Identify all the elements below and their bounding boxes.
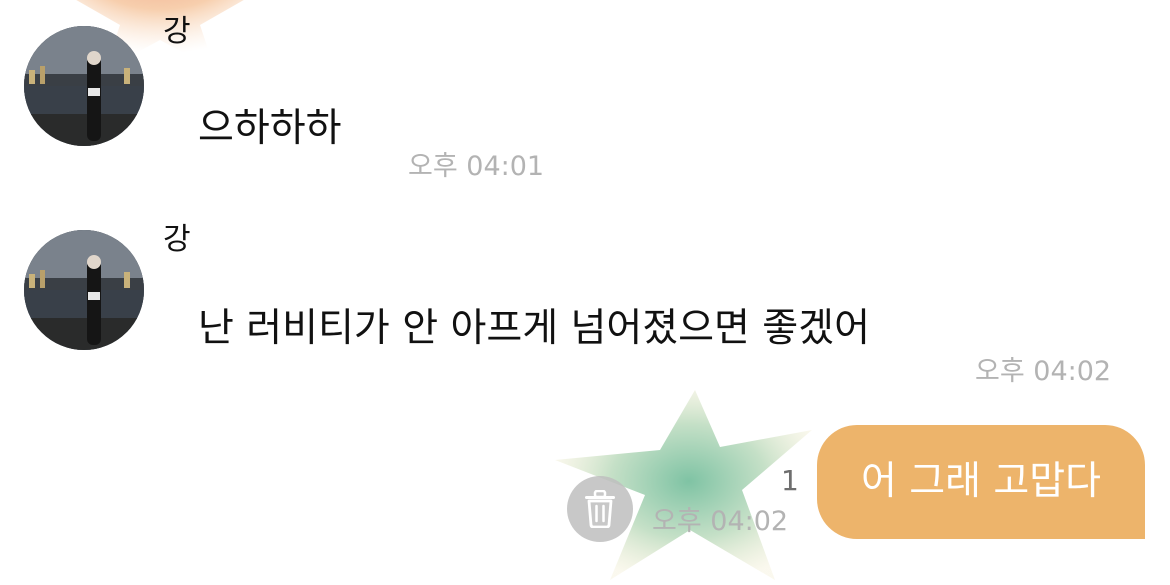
message-text[interactable]: 난 러비티가 안 아프게 넘어졌으면 좋겠어: [198, 306, 870, 352]
profile-photo-icon: [24, 26, 144, 146]
delete-button[interactable]: [567, 476, 633, 542]
message-time: 오후 04:01: [408, 151, 545, 182]
profile-photo-icon: [24, 230, 144, 350]
unread-count: 1: [781, 464, 799, 497]
trash-icon: [585, 490, 615, 528]
message-time: 오후 04:02: [975, 356, 1112, 387]
avatar[interactable]: [24, 26, 144, 146]
sender-name: 강: [163, 222, 191, 257]
sender-name: 강: [163, 14, 191, 49]
outgoing-message-text: 어 그래 고맙다: [860, 459, 1102, 504]
message-text[interactable]: 으하하하: [198, 106, 342, 152]
outgoing-message-bubble[interactable]: 어 그래 고맙다: [817, 425, 1145, 539]
message-time: 오후 04:02: [652, 506, 789, 537]
avatar[interactable]: [24, 230, 144, 350]
